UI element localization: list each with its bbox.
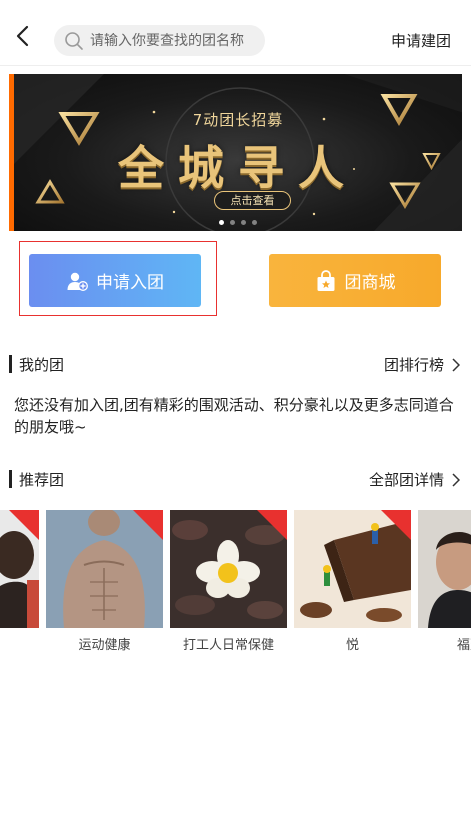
all-groups-label: 全部团详情 xyxy=(368,471,444,489)
chevron-right-icon xyxy=(452,472,462,487)
apply-join-highlight: 申请入团 xyxy=(19,241,217,316)
carousel-dots xyxy=(14,220,462,225)
promo-banner[interactable]: 7动团长招募 全城寻人 点击查看 xyxy=(9,74,462,231)
carousel-dot[interactable] xyxy=(241,220,246,225)
apply-join-button[interactable]: 申请入团 xyxy=(29,254,201,307)
back-button[interactable] xyxy=(8,22,36,50)
add-user-icon xyxy=(66,270,88,292)
hot-badge-icon xyxy=(9,510,39,540)
group-card[interactable] xyxy=(46,510,163,628)
banner-subtitle: 7动团长招募 xyxy=(192,111,284,129)
hot-badge-icon xyxy=(133,510,163,540)
group-mall-label: 团商城 xyxy=(344,273,396,293)
group-card[interactable] xyxy=(294,510,411,628)
shopping-bag-icon xyxy=(315,269,337,292)
search-box[interactable] xyxy=(54,25,265,56)
hot-badge-icon xyxy=(381,510,411,540)
top-bar: 申请建团 xyxy=(0,0,471,66)
group-card-label: 打工人日常保健 xyxy=(182,638,274,653)
group-card-label: 福建男 xyxy=(456,638,471,653)
section-marker xyxy=(9,355,12,373)
carousel-dot[interactable] xyxy=(230,220,235,225)
group-ranking-label: 团排行榜 xyxy=(383,356,444,374)
no-group-message: 您还没有加入团,团有精彩的围观活动、积分豪礼以及更多志同道合的朋友哦~ xyxy=(14,396,454,436)
group-card-label: 器 xyxy=(0,634,39,653)
group-card-label: 悦 xyxy=(345,638,359,653)
carousel-dot[interactable] xyxy=(252,220,257,225)
carousel-dot[interactable] xyxy=(219,220,224,225)
all-groups-link[interactable]: 全部团详情 xyxy=(369,469,462,490)
apply-create-group-link[interactable]: 申请建团 xyxy=(391,30,451,51)
group-card[interactable] xyxy=(170,510,287,628)
group-cover-image xyxy=(418,510,471,628)
chevron-left-icon xyxy=(16,25,29,47)
hot-badge-icon xyxy=(257,510,287,540)
banner-view-button[interactable]: 点击查看 xyxy=(214,191,291,210)
recommended-group-list[interactable]: 器 运动健康 打工人日常保健 悦 福建男 xyxy=(0,510,471,660)
group-card[interactable] xyxy=(0,510,39,628)
search-icon xyxy=(64,31,84,51)
search-input[interactable] xyxy=(90,32,260,49)
banner-title: 全城寻人 xyxy=(118,141,358,195)
my-group-header: 我的团 团排行榜 xyxy=(0,352,471,376)
recommended-title: 推荐团 xyxy=(19,471,65,489)
my-group-title: 我的团 xyxy=(19,356,65,374)
group-card[interactable] xyxy=(418,510,471,628)
group-mall-button[interactable]: 团商城 xyxy=(269,254,441,307)
apply-join-label: 申请入团 xyxy=(96,273,164,293)
chevron-right-icon xyxy=(452,357,462,372)
section-marker xyxy=(9,470,12,488)
group-card-label: 运动健康 xyxy=(78,638,131,653)
recommended-header: 推荐团 全部团详情 xyxy=(0,467,471,491)
group-ranking-link[interactable]: 团排行榜 xyxy=(384,354,462,375)
